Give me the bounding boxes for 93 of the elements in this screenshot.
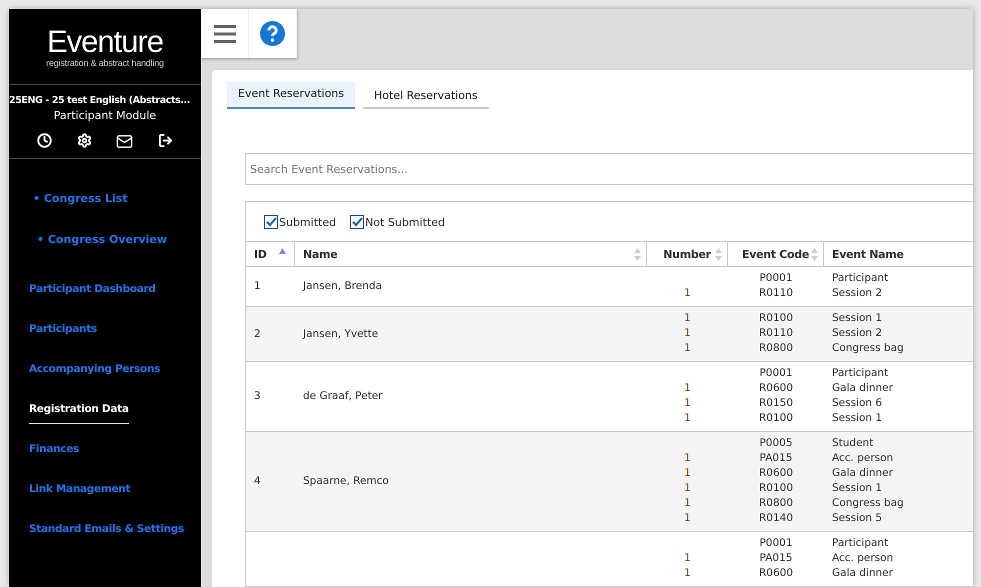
- table-cell: Session 2: [832, 286, 882, 301]
- settings-icon[interactable]: [76, 133, 92, 148]
- column-header[interactable]: Event Name: [824, 242, 973, 266]
- help-icon: [260, 21, 285, 46]
- table-cell: R0110: [758, 326, 794, 341]
- congress-link[interactable]: • Congress List: [33, 192, 201, 205]
- table-cell: Session 2: [832, 326, 882, 341]
- table-cell: 1: [684, 326, 691, 341]
- clock-icon[interactable]: [37, 133, 52, 148]
- table-cell: P0001: [759, 366, 793, 381]
- table-cell: Student: [832, 436, 874, 451]
- congress-link[interactable]: • Congress Overview: [37, 233, 201, 246]
- table-cell: 1: [684, 381, 691, 396]
- table-cell: 1: [684, 511, 691, 526]
- sidebar-item[interactable]: Finances: [29, 442, 80, 456]
- table-cell: 1: [684, 466, 691, 481]
- table-cell: PA015: [760, 451, 792, 466]
- table-cell: 1: [684, 496, 691, 511]
- sidebar-item[interactable]: Participants: [29, 322, 97, 336]
- table-cell: Session 5: [832, 511, 882, 526]
- table-cell: Gala dinner: [832, 381, 893, 396]
- table-cell: 1: [684, 341, 691, 356]
- table-cell: Congress bag: [832, 496, 904, 511]
- table-cell: Acc. person: [832, 551, 894, 566]
- table-cell: Session 1: [832, 481, 882, 496]
- checkbox[interactable]: [264, 215, 278, 229]
- sidebar-item[interactable]: Standard Emails & Settings: [29, 522, 184, 536]
- table-cell: Acc. person: [832, 451, 894, 466]
- table-cell: 1: [684, 451, 691, 466]
- table-cell: Participant: [832, 271, 888, 286]
- column-header[interactable]: Name: [295, 242, 647, 266]
- table-cell: 2: [254, 328, 261, 340]
- table-cell: R0800: [758, 341, 794, 356]
- filter-checkbox[interactable]: Not Submitted: [350, 215, 445, 229]
- filter-checkbox[interactable]: Submitted: [264, 215, 336, 229]
- module-title: Participant Module: [52, 109, 158, 122]
- table-cell: 1: [684, 566, 691, 581]
- table-cell: Participant: [832, 366, 888, 381]
- table-cell: R0100: [758, 481, 794, 496]
- table-cell: R0100: [758, 311, 794, 326]
- sidebar-item[interactable]: Registration Data: [29, 402, 129, 424]
- table-cell: 1: [684, 551, 691, 566]
- table-cell: R0100: [758, 411, 794, 426]
- table-cell: 1: [684, 411, 691, 426]
- table-cell: 1: [684, 396, 691, 411]
- table-cell: R0600: [758, 466, 794, 481]
- table-cell: Session 1: [832, 411, 882, 426]
- table-cell: 1: [684, 481, 691, 496]
- table-cell: R0600: [758, 566, 794, 581]
- table-cell: 3: [254, 390, 261, 402]
- logo-tagline: registration & abstract handling: [46, 58, 164, 68]
- table-cell: R0150: [758, 396, 794, 411]
- table-cell: R0110: [758, 286, 794, 301]
- congress-title: 25ENG - 25 test English (Abstracts...: [9, 95, 190, 106]
- table-cell: 1: [254, 280, 261, 292]
- column-header[interactable]: Event Code: [728, 242, 824, 266]
- table-cell: Participant: [832, 536, 888, 551]
- table-cell: P0005: [759, 436, 793, 451]
- table-cell: Gala dinner: [832, 466, 893, 481]
- filter-label: Submitted: [279, 216, 336, 228]
- column-header[interactable]: Number: [647, 242, 728, 266]
- menu-icon: [214, 24, 236, 42]
- sort-ascending-icon[interactable]: [279, 248, 286, 254]
- column-header[interactable]: ID: [246, 242, 295, 266]
- table-cell: R0140: [758, 511, 794, 526]
- logo-name: Eventure: [46, 26, 164, 58]
- table-cell: R0600: [758, 381, 794, 396]
- checkbox[interactable]: [350, 215, 364, 229]
- table-cell: Session 1: [832, 311, 882, 326]
- table-cell: Session 6: [832, 396, 882, 411]
- help-button[interactable]: [249, 9, 297, 58]
- table-cell: R0800: [758, 496, 794, 511]
- search-field[interactable]: Search Event Reservations...: [245, 153, 973, 185]
- table-cell: Jansen, Yvette: [303, 328, 378, 340]
- table-cell: P0001: [759, 271, 793, 286]
- mail-icon[interactable]: [116, 133, 134, 150]
- logout-icon[interactable]: [158, 133, 173, 148]
- table-cell: Gala dinner: [832, 566, 893, 581]
- sidebar-item[interactable]: Link Management: [29, 482, 130, 496]
- filter-label: Not Submitted: [365, 216, 445, 228]
- table-cell: Congress bag: [832, 341, 904, 356]
- table-cell: 1: [684, 286, 691, 301]
- table-cell: 4: [254, 475, 261, 487]
- table-cell: PA015: [760, 551, 792, 566]
- sidebar-item[interactable]: Accompanying Persons: [29, 362, 160, 376]
- table-cell: de Graaf, Peter: [303, 390, 382, 402]
- table-cell: Jansen, Brenda: [303, 280, 382, 292]
- table-cell: 1: [684, 311, 691, 326]
- menu-button[interactable]: [201, 9, 249, 58]
- tab[interactable]: Event Reservations: [227, 82, 355, 109]
- sidebar-item[interactable]: Participant Dashboard: [29, 282, 156, 296]
- table-cell: Spaarne, Remco: [303, 475, 389, 487]
- table-cell: P0001: [759, 536, 793, 551]
